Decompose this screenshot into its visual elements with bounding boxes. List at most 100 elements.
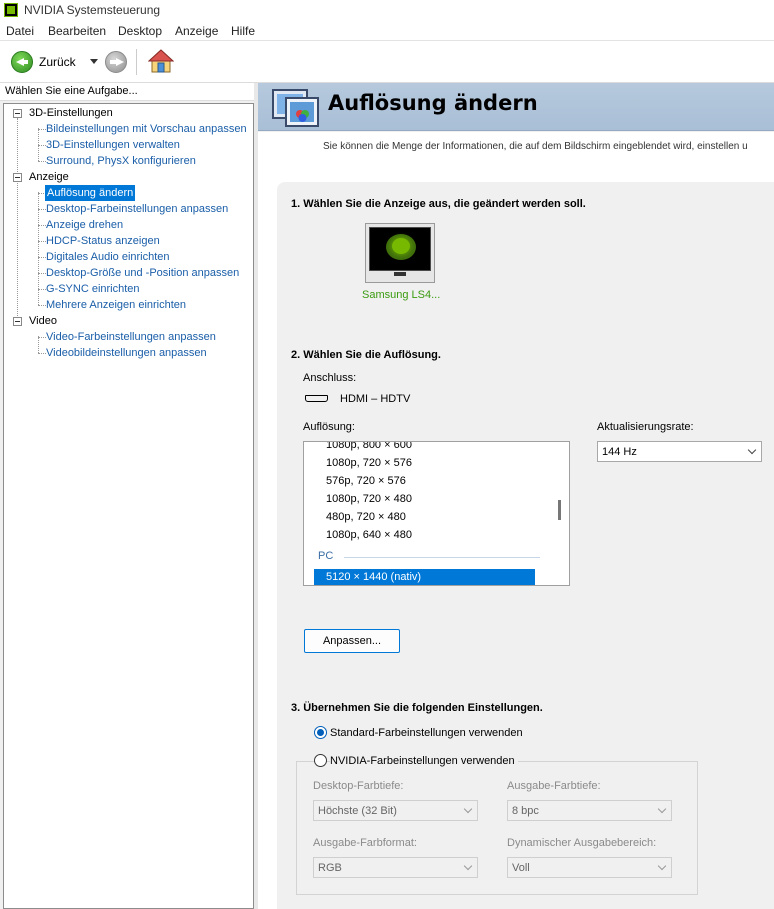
resolution-item[interactable]: 576p, 720 × 576 (326, 475, 406, 487)
resolution-item[interactable]: 1080p, 720 × 480 (326, 493, 412, 505)
tree-item-desktop-size[interactable]: Desktop-Größe und -Position anpassen (46, 265, 239, 281)
display-name[interactable]: Samsung LS4... (362, 289, 440, 301)
title-bar: NVIDIA Systemsteuerung (0, 0, 774, 21)
output-format-label: Ausgabe-Farbformat: (313, 837, 417, 849)
tree-category-3d[interactable]: 3D-Einstellungen (29, 105, 113, 121)
menu-bar: Datei Bearbeiten Desktop Anzeige Hilfe (0, 21, 774, 41)
window-title: NVIDIA Systemsteuerung (24, 3, 161, 17)
tree-item-gsync[interactable]: G-SYNC einrichten (46, 281, 140, 297)
toolbar-separator (136, 49, 137, 75)
resolution-item[interactable]: 1080p, 800 × 600 (326, 442, 412, 451)
page-title: Auflösung ändern (328, 91, 538, 115)
tree-item-manage-3d[interactable]: 3D-Einstellungen verwalten (46, 137, 180, 153)
tree-connector (38, 257, 46, 258)
dynamic-range-value: Voll (512, 862, 530, 874)
menu-file[interactable]: Datei (6, 24, 34, 38)
tree-connector (38, 129, 46, 130)
chevron-down-icon (463, 804, 473, 814)
tree-item-surround-physx[interactable]: Surround, PhysX konfigurieren (46, 153, 196, 169)
chevron-down-icon (657, 804, 667, 814)
hdmi-icon (305, 395, 328, 402)
tree-category-video[interactable]: Video (29, 313, 57, 329)
dynamic-range-label: Dynamischer Ausgabebereich: (507, 837, 657, 849)
monitor-stand (394, 272, 406, 276)
tree-connector (17, 118, 18, 324)
task-tree: 3D-Einstellungen Bildeinstellungen mit V… (3, 103, 254, 909)
tree-item-video-image[interactable]: Videobildeinstellungen anpassen (46, 345, 207, 361)
dynamic-range-select[interactable]: Voll (507, 857, 672, 878)
back-button[interactable]: Zurück (39, 55, 76, 69)
home-icon[interactable] (148, 48, 174, 74)
menu-help[interactable]: Hilfe (231, 24, 255, 38)
tree-connector (38, 289, 46, 290)
output-depth-label: Ausgabe-Farbtiefe: (507, 780, 601, 792)
back-arrow-icon[interactable] (11, 51, 33, 73)
menu-display[interactable]: Anzeige (175, 24, 218, 38)
forward-arrow-icon[interactable] (105, 51, 127, 73)
tree-connector (38, 161, 46, 162)
resolution-item-selected[interactable]: 5120 × 1440 (nativ) (314, 569, 535, 585)
tree-connector (38, 305, 46, 306)
section-1-title: 1. Wählen Sie die Anzeige aus, die geänd… (291, 198, 586, 210)
menu-edit[interactable]: Bearbeiten (48, 24, 106, 38)
radio-nvidia-color-label[interactable]: NVIDIA-Farbeinstellungen verwenden (330, 755, 518, 767)
radio-standard-color[interactable] (314, 726, 327, 739)
desktop-depth-select[interactable]: Höchste (32 Bit) (313, 800, 478, 821)
tree-item-desktop-color[interactable]: Desktop-Farbeinstellungen anpassen (46, 201, 228, 217)
resolution-list[interactable]: 1080p, 800 × 600 1080p, 720 × 576 576p, … (303, 441, 570, 586)
task-panel-header-label: Wählen Sie eine Aufgabe... (5, 85, 138, 97)
tree-item-video-color[interactable]: Video-Farbeinstellungen anpassen (46, 329, 216, 345)
chevron-down-icon (747, 445, 757, 455)
output-depth-select[interactable]: 8 bpc (507, 800, 672, 821)
refresh-rate-select[interactable]: 144 Hz (597, 441, 762, 462)
resolution-label: Auflösung: (303, 421, 355, 433)
radio-standard-color-label[interactable]: Standard-Farbeinstellungen verwenden (330, 727, 523, 739)
tree-item-image-settings-preview[interactable]: Bildeinstellungen mit Vorschau anpassen (46, 121, 247, 137)
customize-button[interactable]: Anpassen... (304, 629, 400, 653)
tree-item-change-resolution[interactable]: Auflösung ändern (45, 185, 136, 201)
section-3-title: 3. Übernehmen Sie die folgenden Einstell… (291, 702, 543, 714)
collapse-display-icon[interactable] (13, 173, 22, 182)
connection-label: Anschluss: (303, 372, 357, 384)
desktop-depth-label: Desktop-Farbtiefe: (313, 780, 404, 792)
tree-connector (38, 337, 46, 338)
history-dropdown-icon[interactable] (90, 59, 98, 64)
resolution-selected-label: 5120 × 1440 (nativ) (326, 571, 422, 583)
tree-item-hdcp-status[interactable]: HDCP-Status anzeigen (46, 233, 160, 249)
tree-connector (38, 145, 46, 146)
resolution-scrollbar[interactable] (558, 500, 561, 520)
nvidia-app-icon (4, 3, 18, 17)
nvidia-display-icon (369, 227, 431, 271)
page-description: Sie können die Menge der Informationen, … (323, 141, 748, 152)
desktop-depth-value: Höchste (32 Bit) (318, 805, 397, 817)
toolbar: Zurück (0, 41, 774, 83)
section-2-title: 2. Wählen Sie die Auflösung. (291, 349, 441, 361)
collapse-3d-icon[interactable] (13, 109, 22, 118)
output-format-select[interactable]: RGB (313, 857, 478, 878)
collapse-video-icon[interactable] (13, 317, 22, 326)
tree-connector (38, 241, 46, 242)
resolution-item[interactable]: 1080p, 640 × 480 (326, 529, 412, 541)
tree-item-digital-audio[interactable]: Digitales Audio einrichten (46, 249, 170, 265)
resolution-group-label: PC (318, 550, 334, 562)
tree-category-display[interactable]: Anzeige (29, 169, 69, 185)
refresh-rate-label: Aktualisierungsrate: (597, 421, 694, 433)
task-panel-header: Wählen Sie eine Aufgabe... (0, 83, 256, 101)
tree-item-rotate-display[interactable]: Anzeige drehen (46, 217, 123, 233)
tree-connector (38, 336, 39, 353)
menu-desktop[interactable]: Desktop (118, 24, 162, 38)
resolution-item[interactable]: 1080p, 720 × 576 (326, 457, 412, 469)
chevron-down-icon (463, 861, 473, 871)
output-format-value: RGB (318, 862, 342, 874)
tree-connector (38, 273, 46, 274)
display-resolution-icon (272, 89, 319, 127)
resolution-group-divider (344, 557, 540, 558)
output-depth-value: 8 bpc (512, 805, 539, 817)
resolution-item[interactable]: 480p, 720 × 480 (326, 511, 406, 523)
tree-connector (38, 209, 46, 210)
tree-item-multiple-displays[interactable]: Mehrere Anzeigen einrichten (46, 297, 186, 313)
refresh-rate-value: 144 Hz (602, 446, 637, 458)
connection-value: HDMI – HDTV (340, 393, 411, 405)
radio-nvidia-color[interactable] (314, 754, 327, 767)
chevron-down-icon (657, 861, 667, 871)
